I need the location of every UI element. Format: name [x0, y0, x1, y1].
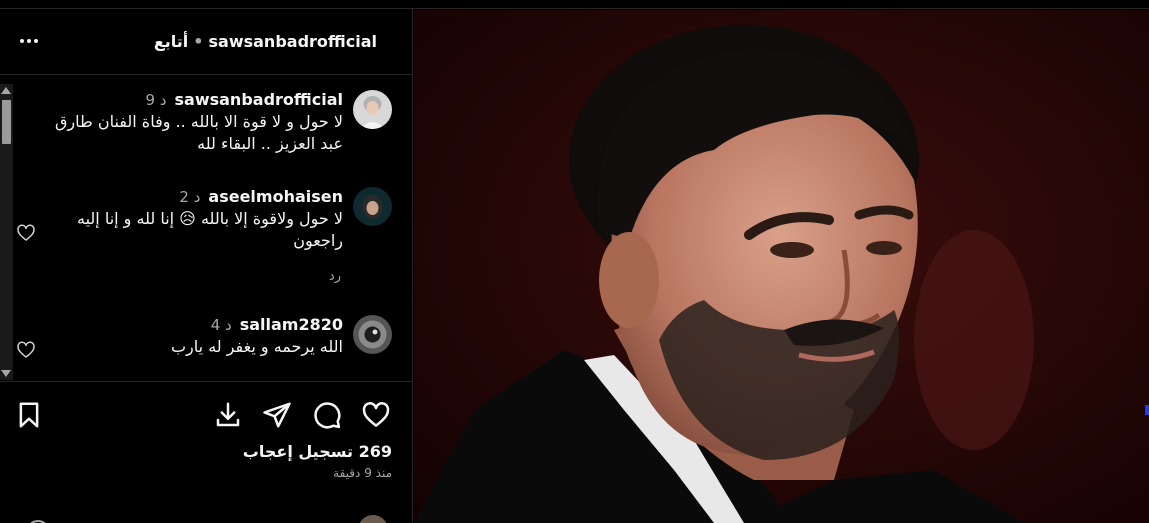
comment-username[interactable]: aseelmohaisen: [208, 187, 343, 206]
post-time: منذ 9 دقيقة: [333, 466, 392, 480]
scroll-up-arrow-icon[interactable]: [1, 87, 11, 94]
avatar[interactable]: [353, 187, 392, 226]
download-icon[interactable]: [213, 400, 243, 430]
comment-text: لا حول ولاقوة إلا بالله 😥 إنا لله و إنا …: [77, 209, 343, 250]
comment-meta: 9 د sawsanbadrofficial: [146, 90, 344, 109]
comment-time: 4 د: [210, 316, 232, 334]
comment-username[interactable]: sallam2820: [240, 315, 343, 334]
avatar[interactable]: [353, 315, 392, 354]
more-options-button[interactable]: [14, 29, 44, 53]
comments-panel: أتابع • sawsanbadrofficial 9 د sawsanbadrof…: [0, 9, 413, 523]
comment-time: 2 د: [179, 188, 201, 206]
like-comment-heart-icon[interactable]: [16, 223, 36, 247]
window-top-bar: [0, 0, 1149, 9]
share-icon[interactable]: [262, 400, 292, 430]
comment-time: 9 د: [145, 91, 167, 109]
dot-icon: [27, 39, 31, 43]
post-image[interactable]: [414, 10, 1149, 523]
comment-item: 2 د aseelmohaisen لا حول ولاقوة إلا بالله…: [17, 187, 392, 297]
dot-icon: [34, 39, 38, 43]
scroll-thumb[interactable]: [2, 100, 11, 144]
post-actions: 269 تسجيل إعجاب منذ 9 دقيقة: [0, 381, 412, 523]
save-bookmark-icon[interactable]: [14, 400, 44, 430]
dot-icon: [20, 39, 24, 43]
likes-count[interactable]: 269 تسجيل إعجاب: [243, 442, 392, 461]
comment-icon[interactable]: [312, 400, 342, 430]
scroll-down-arrow-icon[interactable]: [1, 370, 11, 377]
avatar[interactable]: [353, 90, 392, 129]
comment-text: لا حول و لا قوة الا بالله .. وفاة الفنان…: [55, 112, 343, 153]
header-user-line: أتابع • sawsanbadrofficial: [154, 32, 377, 51]
reply-button[interactable]: رد: [329, 269, 341, 284]
comment-meta: 2 د aseelmohaisen: [179, 187, 343, 206]
comment-text: الله يرحمه و يغفر له يارب: [170, 337, 343, 356]
comment-meta: 4 د sallam2820: [211, 315, 343, 334]
like-heart-icon[interactable]: [361, 400, 391, 430]
follow-button[interactable]: أتابع: [154, 32, 188, 51]
comment-item: 9 د sawsanbadrofficial لا حول و لا قوة ال…: [20, 90, 392, 170]
post-header: أتابع • sawsanbadrofficial: [0, 9, 412, 75]
header-username[interactable]: sawsanbadrofficial: [209, 32, 378, 51]
comment-item: 4 د sallam2820 الله يرحمه و يغفر له يارب: [17, 315, 392, 375]
portrait-photo: [414, 10, 1149, 523]
header-separator: •: [193, 32, 204, 51]
comment-username[interactable]: sawsanbadrofficial: [175, 90, 344, 109]
like-comment-heart-icon[interactable]: [16, 340, 36, 364]
comments-scrollbar[interactable]: [0, 84, 13, 380]
